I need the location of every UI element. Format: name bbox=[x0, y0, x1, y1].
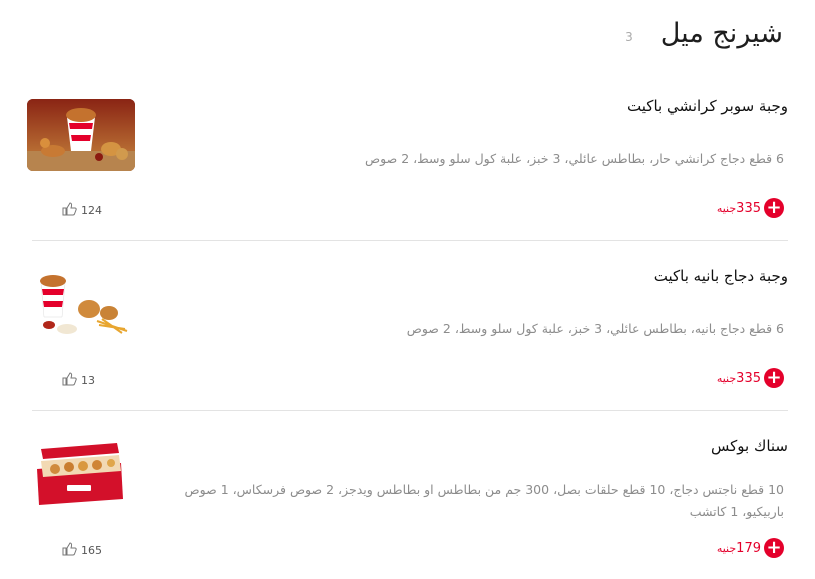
currency-label: جنيه bbox=[716, 371, 737, 385]
likes-number: 124 bbox=[81, 204, 102, 217]
add-to-cart-button[interactable]: + bbox=[764, 198, 784, 218]
likes-number: 165 bbox=[81, 544, 102, 557]
likes-count[interactable]: 124 bbox=[62, 202, 102, 219]
snacks-box-image[interactable] bbox=[27, 439, 135, 511]
thumbs-up-icon[interactable] bbox=[62, 202, 78, 219]
item-price: 179 bbox=[736, 540, 761, 556]
thumbs-up-icon[interactable] bbox=[62, 542, 78, 559]
likes-count[interactable]: 13 bbox=[62, 372, 95, 389]
menu-item[interactable]: سناك بوكس 10 قطع ناجتس دجاج، 10 قطع حلقا… bbox=[27, 435, 788, 575]
thumbs-up-icon[interactable] bbox=[62, 372, 78, 389]
item-price: 335 bbox=[736, 200, 761, 216]
price-row: + 335 جنيه bbox=[717, 198, 784, 218]
divider bbox=[32, 410, 788, 411]
item-description: 6 قطع دجاج كرانشي حار، بطاطس عائلي، 3 خب… bbox=[365, 151, 784, 166]
price-row: + 179 جنيه bbox=[717, 538, 784, 558]
pane-bucket-meal-image[interactable] bbox=[27, 269, 135, 341]
section-item-count: 3 bbox=[625, 29, 633, 44]
section-header: شيرنج ميل 3 bbox=[625, 18, 783, 49]
item-description: 6 قطع دجاج بانيه، بطاطس عائلي، 3 خبز، عل… bbox=[406, 321, 784, 336]
menu-item[interactable]: وجبة سوبر كرانشي باكيت 6 قطع دجاج كرانشي… bbox=[27, 95, 788, 225]
item-name[interactable]: سناك بوكس bbox=[711, 437, 788, 455]
menu-item[interactable]: وجبة دجاج بانيه باكيت 6 قطع دجاج بانيه، … bbox=[27, 265, 788, 395]
likes-count[interactable]: 165 bbox=[62, 542, 102, 559]
chicken-bucket-meal-image[interactable] bbox=[27, 99, 135, 171]
add-to-cart-button[interactable]: + bbox=[764, 538, 784, 558]
section-title: شيرنج ميل bbox=[660, 18, 783, 49]
likes-number: 13 bbox=[81, 374, 95, 387]
item-description: 10 قطع ناجتس دجاج، 10 قطع حلقات بصل، 300… bbox=[184, 482, 784, 519]
currency-label: جنيه bbox=[716, 201, 737, 215]
item-name[interactable]: وجبة دجاج بانيه باكيت bbox=[654, 267, 788, 285]
currency-label: جنيه bbox=[716, 541, 737, 555]
price-row: + 335 جنيه bbox=[717, 368, 784, 388]
divider bbox=[32, 240, 788, 241]
add-to-cart-button[interactable]: + bbox=[764, 368, 784, 388]
item-price: 335 bbox=[736, 370, 761, 386]
item-name[interactable]: وجبة سوبر كرانشي باكيت bbox=[627, 97, 788, 115]
